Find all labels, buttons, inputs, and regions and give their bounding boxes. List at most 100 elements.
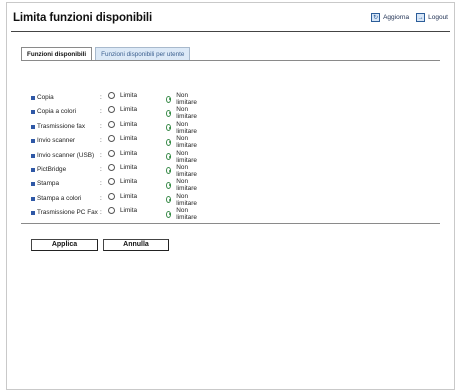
separator-colon: : [100, 180, 102, 188]
function-name: PictBridge [37, 165, 67, 173]
radio-restrict-icon [108, 106, 115, 114]
radio-unrestricted[interactable]: Non limitare [166, 193, 199, 207]
radio-restrict-label: Limita [120, 92, 138, 99]
function-name: Copia a colori [37, 108, 77, 116]
separator-colon: : [100, 108, 102, 116]
separator-colon: : [100, 151, 102, 159]
radio-unrestricted[interactable]: Non limitare [166, 164, 199, 178]
separator-colon: : [100, 137, 102, 145]
radio-unrestricted-label: Non limitare [176, 106, 197, 121]
radio-unrestricted-label: Non limitare [176, 120, 197, 135]
refresh-icon: ↻ [371, 13, 381, 22]
refresh-label: Aggiorna [383, 14, 410, 21]
logout-button[interactable]: → Logout [416, 13, 448, 22]
function-name: Trasmissione fax [37, 122, 86, 130]
radio-unrestricted-icon [166, 210, 172, 218]
function-name: Invio scanner [37, 137, 76, 145]
separator-colon: : [100, 94, 102, 101]
radio-restrict[interactable]: Limita [108, 178, 138, 186]
radio-unrestricted-icon [166, 138, 172, 146]
bullet-icon [31, 182, 35, 187]
radio-unrestricted-icon [166, 109, 172, 117]
apply-button[interactable]: Applica [31, 239, 98, 251]
action-buttons: Applica Annulla [31, 239, 169, 251]
radio-restrict-label: Limita [120, 207, 138, 215]
radio-restrict-label: Limita [120, 106, 138, 114]
bullet-icon [31, 124, 35, 129]
separator-colon: : [100, 165, 102, 173]
separator-colon: : [100, 209, 102, 217]
radio-unrestricted-icon [166, 95, 172, 103]
radio-unrestricted-icon [166, 167, 172, 175]
radio-restrict-icon [108, 178, 115, 186]
radio-unrestricted[interactable]: Non limitare [166, 135, 199, 149]
radio-restrict-icon [108, 92, 115, 99]
radio-restrict[interactable]: Limita [108, 135, 138, 143]
bullet-icon [31, 96, 35, 100]
radio-restrict[interactable]: Limita [108, 92, 137, 99]
tab-underline [21, 60, 440, 61]
radio-restrict-icon [108, 135, 115, 143]
radio-unrestricted[interactable]: Non limitare [166, 207, 199, 221]
header-divider [11, 31, 450, 32]
radio-restrict-icon [108, 163, 115, 171]
bullet-icon [31, 139, 35, 144]
radio-unrestricted-label: Non limitare [176, 135, 197, 150]
bullet-icon [31, 110, 35, 115]
radio-restrict[interactable]: Limita [108, 207, 138, 215]
tab-bar: Funzioni disponibili Funzioni disponibil… [21, 47, 191, 61]
radio-restrict-label: Limita [120, 135, 138, 143]
page-title: Limita funzioni disponibili [13, 12, 153, 24]
header-actions: ↻ Aggiorna → Logout [371, 13, 448, 22]
radio-restrict-label: Limita [120, 178, 138, 186]
separator-colon: : [100, 194, 102, 202]
tab-functions-per-user[interactable]: Funzioni disponibili per utente [95, 47, 191, 61]
radio-restrict-label: Limita [120, 192, 138, 200]
radio-restrict[interactable]: Limita [108, 106, 138, 114]
bullet-icon [31, 153, 35, 158]
radio-restrict[interactable]: Limita [108, 163, 138, 171]
radio-unrestricted-label: Non limitare [176, 163, 197, 178]
function-name: Invio scanner (USB) [37, 151, 95, 159]
footer-divider [21, 223, 440, 224]
radio-unrestricted-label: Non limitare [176, 207, 197, 222]
radio-unrestricted-icon [166, 153, 172, 161]
radio-restrict-icon [108, 207, 115, 215]
radio-unrestricted[interactable]: Non limitare [166, 106, 199, 120]
radio-unrestricted-label: Non limitare [176, 178, 197, 193]
function-name: Stampa [37, 180, 60, 188]
radio-restrict-icon [108, 120, 115, 128]
main-frame: Limita funzioni disponibili ↻ Aggiorna →… [6, 2, 455, 390]
radio-restrict-icon [108, 149, 115, 157]
radio-unrestricted-label: Non limitare [176, 92, 197, 106]
radio-restrict-label: Limita [120, 163, 138, 171]
radio-unrestricted-label: Non limitare [176, 149, 197, 164]
page-header: Limita funzioni disponibili ↻ Aggiorna →… [7, 3, 454, 33]
logout-label: Logout [428, 14, 448, 21]
radio-unrestricted-icon [166, 124, 172, 132]
radio-restrict-label: Limita [120, 149, 138, 157]
radio-restrict[interactable]: Limita [108, 149, 138, 157]
separator-colon: : [100, 122, 102, 130]
refresh-button[interactable]: ↻ Aggiorna [371, 13, 409, 22]
radio-unrestricted[interactable]: Non limitare [166, 92, 199, 106]
function-name: Stampa a colori [37, 194, 82, 202]
radio-restrict-icon [108, 192, 115, 200]
radio-unrestricted-icon [166, 196, 172, 204]
logout-icon: → [416, 13, 426, 22]
bullet-icon [31, 196, 35, 201]
bullet-icon [31, 167, 35, 172]
radio-restrict[interactable]: Limita [108, 192, 138, 200]
tab-available-functions[interactable]: Funzioni disponibili [21, 47, 93, 61]
radio-unrestricted-label: Non limitare [176, 192, 197, 207]
radio-restrict-label: Limita [120, 120, 138, 128]
function-name: Copia [37, 94, 54, 101]
radio-unrestricted-icon [166, 181, 172, 189]
cancel-button[interactable]: Annulla [103, 239, 169, 251]
bullet-icon [31, 211, 35, 216]
radio-restrict[interactable]: Limita [108, 120, 138, 128]
function-name: Trasmissione PC Fax [37, 209, 98, 217]
radio-unrestricted[interactable]: Non limitare [166, 178, 199, 192]
radio-unrestricted[interactable]: Non limitare [166, 150, 199, 164]
radio-unrestricted[interactable]: Non limitare [166, 121, 199, 135]
